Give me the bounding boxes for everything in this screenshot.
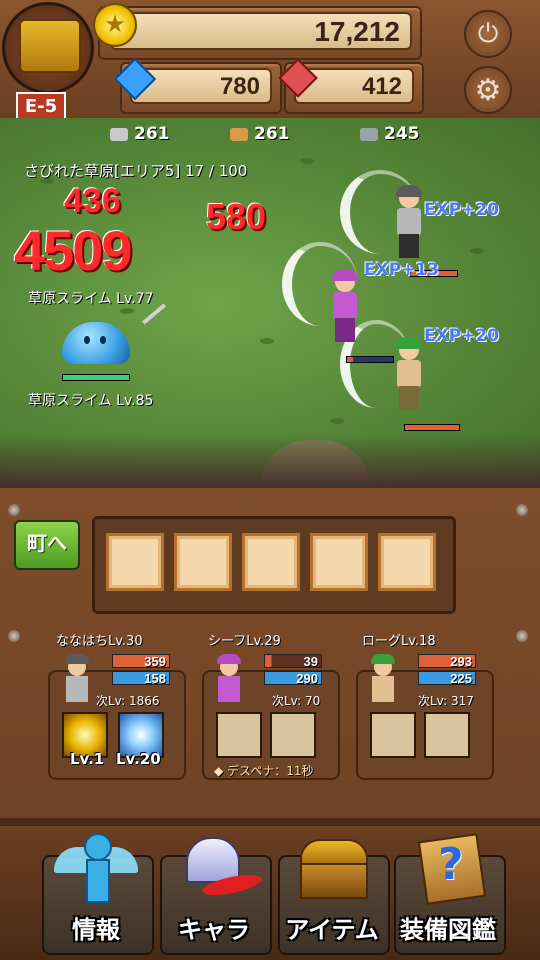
ore-material-icon — [360, 127, 378, 141]
top-status-bar: 17,212 ★ 780 412 ⏻ ⚙ E-5 — [0, 0, 540, 126]
treasure-chest-icon — [19, 19, 81, 73]
hp-value: 293 — [418, 654, 476, 669]
stage-emblem[interactable] — [2, 2, 94, 94]
enemy-hp-bar — [62, 374, 130, 381]
next-level: 次Lv: 70 — [272, 694, 321, 708]
hero-thief[interactable] — [328, 269, 362, 342]
item-slot[interactable] — [378, 533, 436, 591]
nav-label: 装備図鑑 — [400, 916, 496, 944]
item-slot[interactable] — [106, 533, 164, 591]
item-slot[interactable] — [310, 533, 368, 591]
exp-gain: EXP+13 — [364, 260, 440, 280]
hero-hp-bar — [346, 356, 394, 363]
mp-value: 225 — [418, 671, 476, 686]
damage-number-critical: 4509 — [14, 219, 133, 282]
party-member-name: ローグLv.18 — [362, 634, 436, 649]
hp-value: 39 — [264, 654, 322, 669]
go-to-town-button[interactable]: 町へ — [14, 520, 80, 570]
area-progress: さびれた草原[エリア5] 17 / 100 — [24, 162, 248, 180]
next-level: 次Lv: 1866 — [96, 694, 160, 708]
helmet-feather-icon — [172, 833, 264, 903]
hero-nanahachi[interactable] — [392, 185, 426, 258]
party-member-name: シーフLv.29 — [208, 634, 281, 649]
nav-item-button[interactable]: アイテム — [278, 839, 390, 955]
skill-slot[interactable] — [270, 712, 316, 758]
exp-gain: EXP+20 — [424, 200, 500, 220]
treasure-chest-icon — [290, 833, 374, 903]
item-slot[interactable] — [242, 533, 300, 591]
skill-slot[interactable] — [424, 712, 470, 758]
skill-level: Lv.1 — [70, 750, 105, 768]
party-avatar — [366, 654, 400, 704]
item-slot[interactable] — [174, 533, 232, 591]
party-avatar — [212, 654, 246, 704]
wood-material-icon — [230, 127, 248, 141]
gold-value: 17,212 — [110, 12, 412, 50]
exp-gain: EXP+20 — [424, 326, 500, 346]
field-edge — [0, 434, 540, 488]
hero-rogue[interactable] — [392, 337, 426, 410]
enemy-label: 草原スライム Lv.77 — [28, 291, 154, 307]
next-level: 次Lv: 317 — [418, 694, 474, 708]
nav-label: アイテム — [285, 916, 379, 944]
nav-label: キャラ — [178, 916, 250, 944]
party-avatar — [60, 654, 94, 704]
power-icon: ⏻ — [477, 18, 499, 49]
material-ore: 245 — [360, 124, 420, 144]
gold-coin-icon: ★ — [93, 3, 137, 47]
question-book-icon: ? — [406, 833, 490, 905]
hp-value: 359 — [112, 654, 170, 669]
material-wood: 261 — [230, 124, 290, 144]
skill-slot[interactable] — [370, 712, 416, 758]
skill-slot[interactable] — [216, 712, 262, 758]
power-button[interactable]: ⏻ — [464, 10, 512, 58]
skill-level: Lv.20 — [116, 750, 161, 768]
info-angel-icon — [54, 833, 138, 903]
nav-label: 情報 — [72, 916, 120, 944]
hero-hp-bar — [404, 424, 460, 431]
material-stone: 261 — [110, 124, 170, 144]
party-member-name: ななはちLv.30 — [56, 634, 143, 649]
death-penalty-status: ◆ デスペナ：11秒 — [214, 764, 314, 778]
damage-number: 580 — [206, 196, 267, 237]
nav-info-button[interactable]: 情報 — [42, 833, 154, 955]
mp-value: 158 — [112, 671, 170, 686]
mp-value: 290 — [264, 671, 322, 686]
gear-icon: ⚙ — [474, 72, 502, 108]
damage-number: 436 — [64, 182, 121, 220]
settings-button[interactable]: ⚙ — [464, 66, 512, 114]
stone-material-icon — [110, 127, 128, 141]
enemy-label: 草原スライム Lv.85 — [28, 393, 154, 409]
nav-character-button[interactable]: キャラ — [160, 837, 272, 955]
nav-equipment-catalog-button[interactable]: ? 装備図鑑 — [394, 833, 506, 955]
